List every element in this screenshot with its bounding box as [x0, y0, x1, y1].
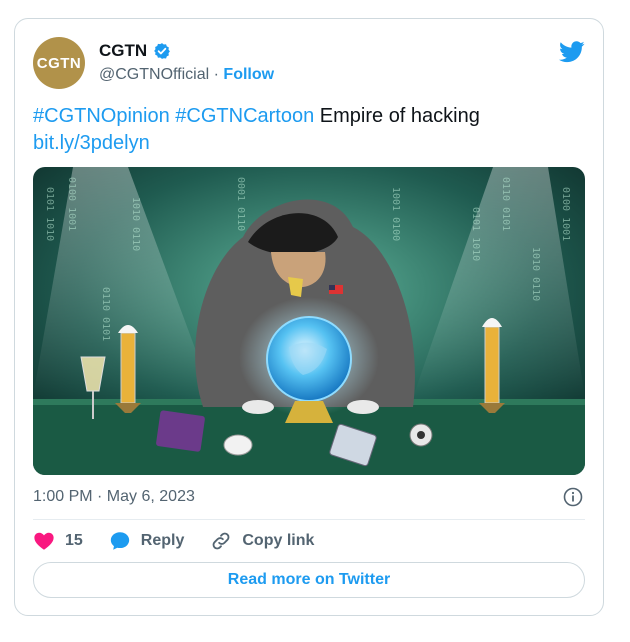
copy-link-label: Copy link — [242, 532, 315, 549]
svg-text:0100 1001: 0100 1001 — [66, 177, 77, 231]
account-name[interactable]: CGTN — [99, 41, 147, 61]
svg-text:0110 0101: 0110 0101 — [500, 177, 511, 231]
avatar-text: CGTN — [36, 54, 82, 72]
divider — [33, 519, 585, 520]
svg-text:0110 0101: 0110 0101 — [100, 287, 111, 341]
follow-button[interactable]: Follow — [223, 66, 274, 83]
tweet-timestamp[interactable]: 1:00 PM · May 6, 2023 — [33, 488, 195, 506]
avatar[interactable]: CGTN — [33, 37, 85, 89]
tweet-card: CGTN CGTN @CGTNOfficial · Follow #CGTNOp… — [14, 18, 604, 616]
account-name-row: CGTN — [99, 41, 171, 61]
svg-text:1010 0110: 1010 0110 — [530, 247, 541, 301]
reply-bubble-icon — [110, 532, 129, 550]
tweet-media-image[interactable]: 0101 1010 0100 1001 0110 0101 1010 0110 … — [33, 167, 585, 475]
like-button[interactable]: 15 — [33, 530, 83, 552]
tweet-text: #CGTNOpinion #CGTNCartoon Empire of hack… — [33, 103, 583, 157]
heart-icon — [34, 532, 54, 550]
svg-text:1001 0100: 1001 0100 — [390, 187, 401, 241]
link-icon — [212, 532, 230, 550]
reply-label: Reply — [140, 532, 185, 549]
svg-text:0001 0110: 0001 0110 — [235, 177, 246, 231]
hashtag-cgtncartoon[interactable]: #CGTNCartoon — [175, 105, 314, 127]
svg-text:0100 1001: 0100 1001 — [560, 187, 571, 241]
cartoon-illustration: 0101 1010 0100 1001 0110 0101 1010 0110 … — [33, 167, 585, 475]
tweet-link[interactable]: bit.ly/3pdelyn — [33, 132, 150, 154]
read-more-label: Read more on Twitter — [227, 571, 391, 588]
tweet-body: Empire of hacking — [319, 105, 480, 127]
copy-link-button[interactable]: Copy link — [210, 530, 314, 552]
svg-text:1010 0110: 1010 0110 — [130, 197, 141, 251]
account-handle[interactable]: @CGTNOfficial — [99, 66, 209, 83]
action-bar: 15 Reply Copy link — [33, 530, 340, 552]
like-count: 15 — [65, 532, 83, 549]
read-more-button[interactable]: Read more on Twitter — [33, 562, 585, 598]
verified-badge-icon — [154, 43, 171, 59]
reply-button[interactable]: Reply — [109, 530, 185, 552]
info-icon[interactable] — [563, 487, 583, 507]
separator: · — [213, 66, 219, 83]
svg-text:0101 1010: 0101 1010 — [44, 187, 55, 241]
handle-row: @CGTNOfficial · Follow — [99, 66, 274, 84]
svg-text:0101 1010: 0101 1010 — [470, 207, 481, 261]
twitter-bird-icon[interactable] — [559, 41, 585, 63]
hashtag-cgtnopinion[interactable]: #CGTNOpinion — [33, 105, 170, 127]
